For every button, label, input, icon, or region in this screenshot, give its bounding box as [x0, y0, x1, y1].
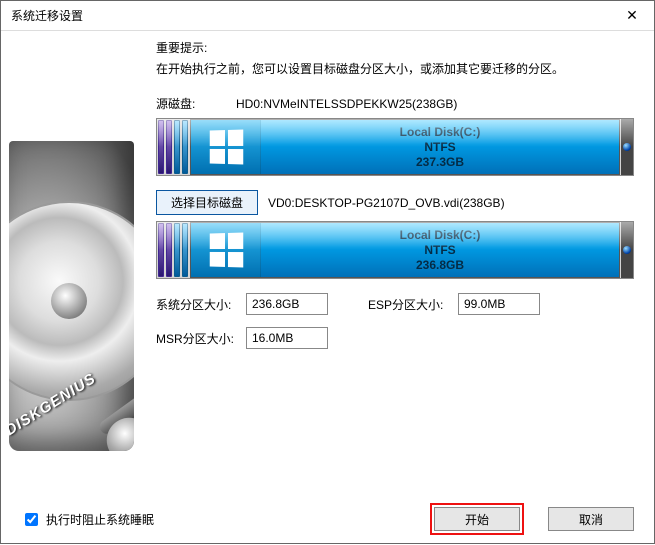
target-main-partition[interactable]: Local Disk(C:) NTFS 236.8GB — [190, 222, 620, 278]
start-button[interactable]: 开始 — [434, 507, 520, 531]
source-partition-text: Local Disk(C:) NTFS 237.3GB — [261, 120, 619, 174]
source-partition-fs: NTFS — [424, 140, 455, 155]
sidebar: DISKGENIUS — [1, 31, 146, 493]
system-size-input[interactable] — [246, 293, 328, 315]
disk-end-cap — [621, 119, 633, 175]
esp-size-input[interactable] — [458, 293, 540, 315]
window-title: 系统迁移设置 — [11, 7, 83, 24]
tip-body: 在开始执行之前，您可以设置目标磁盘分区大小，或添加其它要迁移的分区。 — [156, 60, 634, 77]
esp-size-label: ESP分区大小: — [368, 296, 458, 313]
target-disk-bar[interactable]: Local Disk(C:) NTFS 236.8GB — [156, 221, 634, 279]
start-button-label: 开始 — [465, 511, 489, 528]
footer: 执行时阻止系统睡眠 开始 取消 — [1, 493, 654, 545]
source-disk-bar[interactable]: Local Disk(C:) NTFS 237.3GB — [156, 118, 634, 176]
system-size-field: 系统分区大小: — [156, 293, 328, 315]
cancel-button-label: 取消 — [579, 511, 603, 528]
msr-size-field: MSR分区大小: — [156, 327, 328, 349]
source-main-partition[interactable]: Local Disk(C:) NTFS 237.3GB — [190, 119, 620, 175]
close-button[interactable]: ✕ — [610, 1, 654, 30]
target-partition-text: Local Disk(C:) NTFS 236.8GB — [261, 223, 619, 277]
target-reserved-stripes — [157, 222, 189, 278]
system-size-label: 系统分区大小: — [156, 296, 246, 313]
source-reserved-stripes — [157, 119, 189, 175]
prevent-sleep-checkbox-wrap[interactable]: 执行时阻止系统睡眠 — [21, 510, 154, 529]
source-label: 源磁盘: — [156, 95, 236, 112]
disk-end-cap — [621, 222, 633, 278]
main-area: DISKGENIUS 重要提示: 在开始执行之前，您可以设置目标磁盘分区大小，或… — [1, 31, 654, 493]
target-value: VD0:DESKTOP-PG2107D_OVB.vdi(238GB) — [268, 196, 505, 210]
esp-size-field: ESP分区大小: — [368, 293, 540, 315]
tip-heading: 重要提示: — [156, 39, 634, 56]
prevent-sleep-label: 执行时阻止系统睡眠 — [46, 511, 154, 528]
prevent-sleep-checkbox[interactable] — [25, 513, 38, 526]
size-fields: 系统分区大小: MSR分区大小: ESP分区大小: — [156, 293, 634, 349]
target-partition-fs: NTFS — [424, 243, 455, 258]
title-bar: 系统迁移设置 ✕ — [1, 1, 654, 31]
source-partition-name: Local Disk(C:) — [400, 125, 481, 140]
hdd-illustration: DISKGENIUS — [9, 141, 134, 451]
close-icon: ✕ — [626, 7, 638, 24]
source-disk-row: 源磁盘: HD0:NVMeINTELSSDPEKKW25(238GB) — [156, 95, 634, 112]
msr-size-input[interactable] — [246, 327, 328, 349]
source-partition-size: 237.3GB — [416, 155, 464, 170]
windows-icon — [191, 223, 261, 277]
select-target-button[interactable]: 选择目标磁盘 — [156, 190, 258, 215]
source-value: HD0:NVMeINTELSSDPEKKW25(238GB) — [236, 97, 457, 111]
msr-size-label: MSR分区大小: — [156, 330, 246, 347]
content: 重要提示: 在开始执行之前，您可以设置目标磁盘分区大小，或添加其它要迁移的分区。… — [146, 31, 654, 493]
target-partition-size: 236.8GB — [416, 258, 464, 273]
target-disk-row: 选择目标磁盘 VD0:DESKTOP-PG2107D_OVB.vdi(238GB… — [156, 190, 634, 215]
windows-icon — [191, 120, 261, 174]
target-partition-name: Local Disk(C:) — [400, 228, 481, 243]
cancel-button[interactable]: 取消 — [548, 507, 634, 531]
